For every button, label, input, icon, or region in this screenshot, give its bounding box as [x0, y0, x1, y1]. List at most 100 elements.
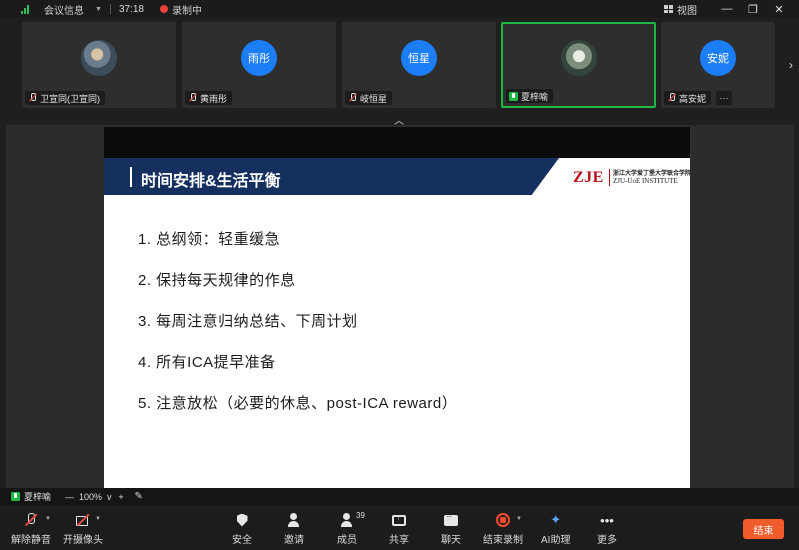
avatar: 恒星 [401, 40, 437, 77]
chat-button[interactable]: 聊天 [441, 512, 461, 547]
avatar [81, 40, 117, 77]
invite-label: 邀请 [284, 535, 304, 546]
divider [109, 4, 111, 14]
participant-name: 高安妮 [679, 93, 707, 104]
sharer-tag: 夏梓喻 [11, 490, 51, 503]
participant-name-tag: 高安妮 [664, 91, 712, 105]
meeting-info-button[interactable]: 会议信息 ▼ [44, 2, 102, 17]
zoom-in-button[interactable]: + [117, 492, 126, 502]
ai-sparkle-icon: ✦ [550, 512, 562, 527]
recording-status: 录制中 [171, 5, 202, 17]
zoom-level[interactable]: 100% [79, 492, 102, 502]
meeting-info-label: 会议信息 [44, 5, 84, 17]
members-label: 成员 [337, 535, 357, 546]
share-screen-icon [392, 512, 406, 526]
stop-record-icon [496, 513, 510, 527]
signal-icon [21, 4, 30, 14]
chevron-down-icon: ▼ [45, 516, 51, 522]
participant-more-button[interactable]: ··· [716, 91, 732, 105]
start-video-button[interactable]: ▼ 开摄像头 [63, 512, 103, 546]
ai-assistant-label: AI助理 [541, 535, 571, 546]
view-label: 视图 [677, 5, 697, 17]
chevron-down-icon: ▼ [516, 516, 522, 522]
institute-name-cn: 浙江大学爱丁堡大学联合学院 [613, 171, 690, 177]
annotate-pen-icon[interactable]: ✎ [135, 491, 143, 502]
participant-name: 岐恒星 [360, 93, 388, 104]
mic-on-icon [509, 91, 518, 101]
participant-tile[interactable]: 雨彤 黄雨彤 [182, 22, 336, 108]
mic-muted-icon [188, 93, 197, 103]
participant-tile[interactable]: 安妮 高安妮 ··· [661, 22, 775, 108]
zoom-control: — 100% v + ✎ [65, 491, 143, 502]
view-button[interactable]: 视图 [664, 2, 697, 17]
slide-bullet-list: 1. 总纲领：轻重缓急 2. 保持每天规律的作息 3. 每周注意归纳总结、下周计… [138, 228, 457, 433]
members-icon [340, 513, 354, 527]
avatar: 雨彤 [241, 40, 277, 77]
meeting-timer: 37:18 [118, 3, 144, 15]
camera-off-icon [76, 515, 90, 526]
chat-label: 聊天 [441, 535, 461, 546]
slide-list-item: 5. 注意放松（必要的休息、post-ICA reward） [138, 395, 458, 412]
chat-icon [444, 512, 458, 526]
zoom-out-button[interactable]: — [65, 492, 74, 502]
chevron-down-icon: ▼ [95, 516, 101, 522]
more-button[interactable]: ••• 更多 [597, 512, 617, 547]
start-video-label: 开摄像头 [63, 535, 103, 546]
member-count: 39 [356, 511, 365, 520]
slide-list-item: 1. 总纲领：轻重缓急 [138, 231, 281, 248]
avatar [560, 40, 597, 77]
grid-view-icon [664, 5, 673, 13]
more-label: 更多 [597, 535, 617, 546]
members-button[interactable]: 39 成员 [337, 511, 365, 546]
sharer-name: 夏梓喻 [24, 492, 52, 502]
shield-icon [236, 513, 248, 527]
presentation-slide: 时间安排&生活平衡 ZJE 浙江大学爱丁堡大学联合学院 ZJU-UoE INST… [104, 127, 690, 488]
more-dots-icon: ••• [600, 512, 614, 528]
participant-strip: 卫宣同(卫宣同) 雨彤 黄雨彤 恒星 岐恒星 夏梓喻 安妮 高安妮 ··· › [0, 18, 799, 113]
unmute-button[interactable]: ▼ 解除静音 [11, 512, 51, 546]
slide-header-bar: 时间安排&生活平衡 [104, 158, 559, 195]
mic-muted-icon [28, 93, 37, 103]
slide-list-item: 2. 保持每天规律的作息 [138, 272, 296, 289]
slide-list-item: 4. 所有ICA提早准备 [138, 354, 276, 371]
institute-logo-mark: ZJE [573, 169, 604, 186]
zoom-dropdown-caret[interactable]: v [107, 492, 112, 502]
invite-button[interactable]: 邀请 [284, 512, 304, 546]
participant-tile-active-speaker[interactable]: 夏梓喻 [501, 22, 656, 108]
end-meeting-button[interactable]: 结束 [743, 519, 784, 539]
top-bar: 会议信息 ▼ 37:18 录制中 视图 — ❐ ✕ [0, 0, 799, 18]
slide-top-band [104, 127, 690, 158]
minimize-button[interactable]: — [721, 3, 733, 15]
meeting-window: 会议信息 ▼ 37:18 录制中 视图 — ❐ ✕ 卫宣同(卫宣同) 雨彤 黄雨… [0, 0, 799, 550]
ai-assistant-button[interactable]: ✦ AI助理 [541, 512, 570, 546]
participant-name: 黄雨彤 [200, 93, 228, 104]
participant-name-tag: 卫宣同(卫宣同) [25, 91, 105, 105]
meeting-toolbar: ▼ 解除静音 ▼ 开摄像头 安全 邀请 39 成员 共享 聊天 ▼ 结束 [0, 505, 799, 550]
stop-recording-button[interactable]: ▼ 结束录制 [483, 512, 523, 546]
slide-list-item: 3. 每周注意归纳总结、下周计划 [138, 313, 358, 330]
recording-icon [159, 5, 168, 13]
unmute-label: 解除静音 [11, 535, 51, 546]
security-button[interactable]: 安全 [232, 512, 252, 546]
restore-button[interactable]: ❐ [747, 3, 759, 16]
slide-title: 时间安排&生活平衡 [141, 173, 281, 190]
participant-tile[interactable]: 恒星 岐恒星 [342, 22, 496, 108]
chevron-right-icon[interactable]: › [789, 58, 793, 72]
logo-divider [609, 169, 610, 186]
participant-name: 卫宣同(卫宣同) [40, 93, 100, 104]
chevron-down-icon: ▼ [95, 5, 102, 13]
close-button[interactable]: ✕ [773, 3, 785, 16]
avatar: 安妮 [700, 40, 736, 77]
title-accent-line [130, 167, 132, 187]
share-screen-button[interactable]: 共享 [389, 512, 409, 547]
stop-recording-label: 结束录制 [483, 535, 523, 546]
participant-name-tag: 夏梓喻 [506, 89, 554, 103]
mic-muted-icon [348, 93, 357, 103]
participant-tile[interactable]: 卫宣同(卫宣同) [22, 22, 176, 108]
mic-muted-icon [667, 93, 676, 103]
collapse-strip-chevron-up-icon[interactable]: ︿ [392, 112, 406, 127]
institute-name-en: ZJU-UoE INSTITUTE [613, 177, 678, 185]
share-control-bar: 夏梓喻 — 100% v + ✎ [0, 488, 799, 505]
mic-on-icon [11, 492, 20, 501]
participant-name-tag: 岐恒星 [345, 91, 393, 105]
